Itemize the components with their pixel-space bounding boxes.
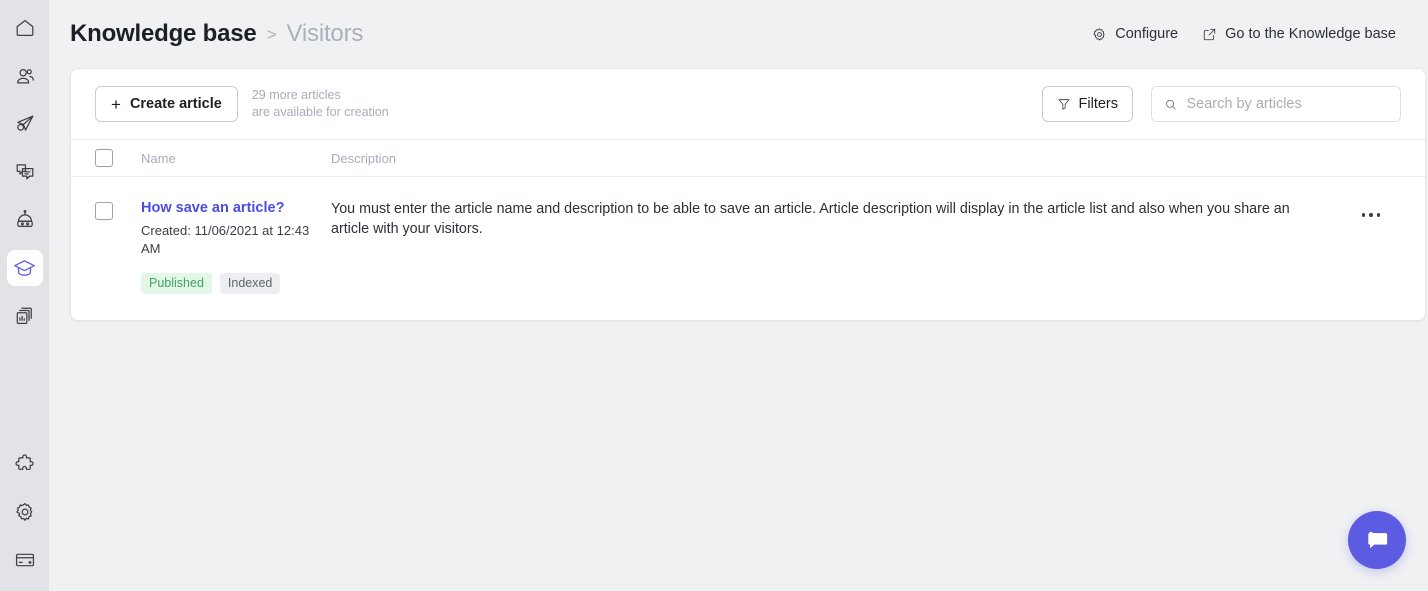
articles-quota-line1: 29 more articles <box>251 88 341 102</box>
paper-plane-icon <box>16 115 33 131</box>
filters-label: Filters <box>1078 96 1118 112</box>
sidebar-item-billing[interactable] <box>7 542 43 578</box>
credit-card-icon <box>15 553 34 567</box>
reports-icon <box>16 307 32 324</box>
sidebar-item-chats[interactable] <box>7 154 43 190</box>
configure-label: Configure <box>1115 26 1179 42</box>
articles-quota-line2: are available for creation <box>251 105 389 119</box>
sidebar-item-knowledge-base[interactable] <box>6 250 43 286</box>
left-sidebar <box>0 0 49 591</box>
configure-button[interactable]: Configure <box>1092 26 1178 42</box>
robot-icon <box>16 209 33 228</box>
sidebar-item-contacts[interactable] <box>7 58 43 94</box>
articles-quota-note: 29 more articles are available for creat… <box>252 87 389 121</box>
row-select-cell <box>95 199 141 220</box>
column-header-description: Description <box>331 150 397 166</box>
puzzle-icon <box>14 454 34 470</box>
status-badge-indexed: Indexed <box>219 273 281 294</box>
article-badges: Published Indexed <box>141 273 331 294</box>
go-to-knowledge-base-label: Go to the Knowledge base <box>1225 26 1396 42</box>
create-article-label: Create article <box>129 96 222 112</box>
row-checkbox[interactable] <box>95 202 113 220</box>
select-all-cell <box>95 149 141 167</box>
filters-button[interactable]: Filters <box>1041 86 1133 122</box>
create-article-button[interactable]: + Create article <box>95 86 238 122</box>
toolbar-right-group: Filters <box>1041 86 1401 122</box>
row-name-cell: How save an article? Created: 11/06/2021… <box>141 199 331 294</box>
table-header-row: Name Description <box>71 139 1425 177</box>
sidebar-bottom-group <box>7 440 43 591</box>
breadcrumb: Knowledge base > Visitors <box>70 20 363 48</box>
table-row: How save an article? Created: 11/06/2021… <box>71 177 1425 320</box>
sidebar-item-reports[interactable] <box>7 298 43 334</box>
filter-icon <box>1058 99 1069 110</box>
users-icon <box>16 69 34 84</box>
row-more-options-icon[interactable] <box>1356 205 1387 225</box>
breadcrumb-current: Visitors <box>286 20 364 47</box>
external-link-icon <box>1203 28 1216 40</box>
top-actions: Configure Go to the Knowledge base <box>1092 26 1396 42</box>
search-icon <box>1166 99 1176 109</box>
chat-bubble-icon <box>1368 531 1388 549</box>
row-description-cell: You must enter the article name and desc… <box>331 199 1341 239</box>
gear-icon <box>1093 27 1105 41</box>
breadcrumb-separator-icon: > <box>266 25 277 44</box>
article-title-link[interactable]: How save an article? <box>141 199 284 218</box>
sidebar-item-apps[interactable] <box>7 446 43 482</box>
gear-icon <box>15 502 32 521</box>
sidebar-item-home[interactable] <box>7 10 43 46</box>
article-description: You must enter the article name and desc… <box>331 201 1290 237</box>
graduation-cap-icon <box>14 259 35 276</box>
row-actions-cell <box>1341 199 1401 225</box>
breadcrumb-root[interactable]: Knowledge base <box>70 20 257 48</box>
search-input[interactable] <box>1186 96 1388 112</box>
articles-card: + Create article 29 more articles are av… <box>70 68 1426 321</box>
sidebar-item-campaigns[interactable] <box>7 106 43 142</box>
sidebar-item-settings[interactable] <box>7 494 43 530</box>
card-toolbar: + Create article 29 more articles are av… <box>71 69 1425 139</box>
column-header-name: Name <box>141 150 176 166</box>
app-root: Knowledge base > Visitors Configure Go t… <box>0 0 1428 591</box>
article-created-date: Created: 11/06/2021 at 12:43 AM <box>141 223 310 256</box>
select-all-checkbox[interactable] <box>95 149 113 167</box>
chat-bubbles-icon <box>16 164 33 180</box>
search-box[interactable] <box>1151 86 1401 122</box>
home-icon <box>16 20 33 36</box>
sidebar-top-group <box>6 4 43 340</box>
sidebar-item-bots[interactable] <box>7 202 43 238</box>
status-badge-published: Published <box>141 273 212 294</box>
top-bar: Knowledge base > Visitors Configure Go t… <box>49 0 1428 68</box>
plus-icon: + <box>111 94 121 114</box>
go-to-knowledge-base-button[interactable]: Go to the Knowledge base <box>1202 26 1396 42</box>
main-area: Knowledge base > Visitors Configure Go t… <box>49 0 1428 591</box>
chat-widget-button[interactable] <box>1348 511 1406 569</box>
